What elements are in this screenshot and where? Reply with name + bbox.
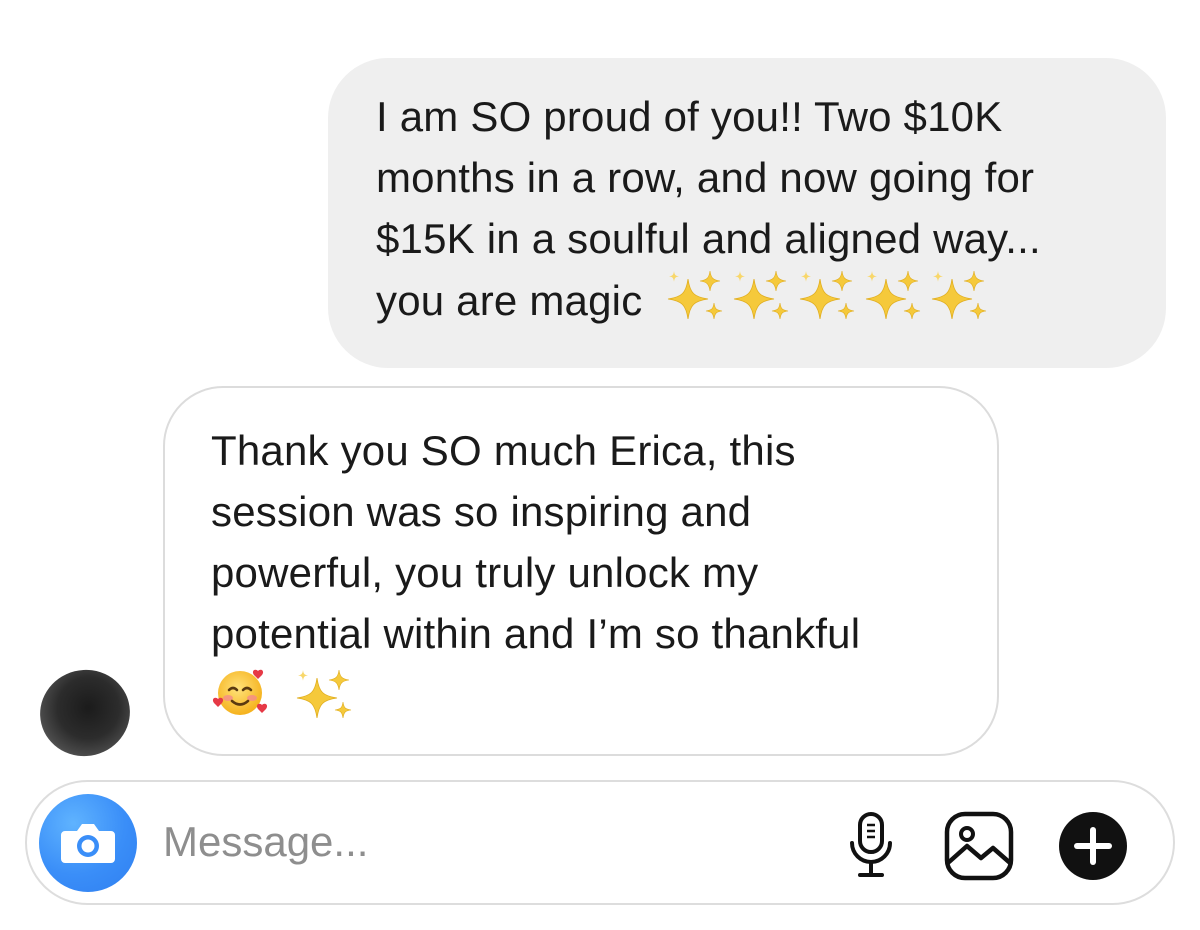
sent-message-line: months in a row, and now going for [376,154,1035,201]
plus-circle-icon [1059,812,1127,880]
sparkles-icon [928,269,990,325]
image-icon [944,811,1014,881]
received-emoji-line [211,664,957,730]
message-composer [25,780,1175,905]
gallery-button[interactable] [943,810,1015,882]
received-message-line: powerful, you truly unlock my [211,549,759,596]
sent-message-last-line: you are magic [376,269,1126,341]
received-message-bubble[interactable]: Thank you SO much Erica, this session wa… [163,386,999,756]
received-message-line: potential within and I’m so thankful [211,610,861,657]
sparkles-icon [730,269,792,325]
avatar[interactable] [30,660,140,766]
camera-button[interactable] [39,794,137,892]
sent-message-bubble[interactable]: I am SO proud of you!! Two $10K months i… [328,58,1166,368]
microphone-button[interactable] [835,810,907,882]
sparkles-icon [664,269,726,325]
dm-thread-screen: I am SO proud of you!! Two $10K months i… [0,0,1200,930]
sparkles-emoji-group [664,269,994,341]
sent-message-line: you are magic [376,277,643,324]
received-message-line: Thank you SO much Erica, this [211,427,796,474]
sparkles-icon [862,269,924,325]
received-message-line: session was so inspiring and [211,488,752,535]
more-options-button[interactable] [1057,810,1129,882]
microphone-icon [850,812,892,877]
sent-message-line: I am SO proud of you!! Two $10K [376,93,1003,140]
sparkles-icon [796,269,858,325]
camera-icon [61,824,115,863]
sent-message-line: $15K in a soulful and aligned way... [376,215,1041,262]
smiling-face-with-hearts-icon [212,669,268,715]
sparkles-icon [293,668,355,724]
message-input[interactable] [163,810,803,874]
